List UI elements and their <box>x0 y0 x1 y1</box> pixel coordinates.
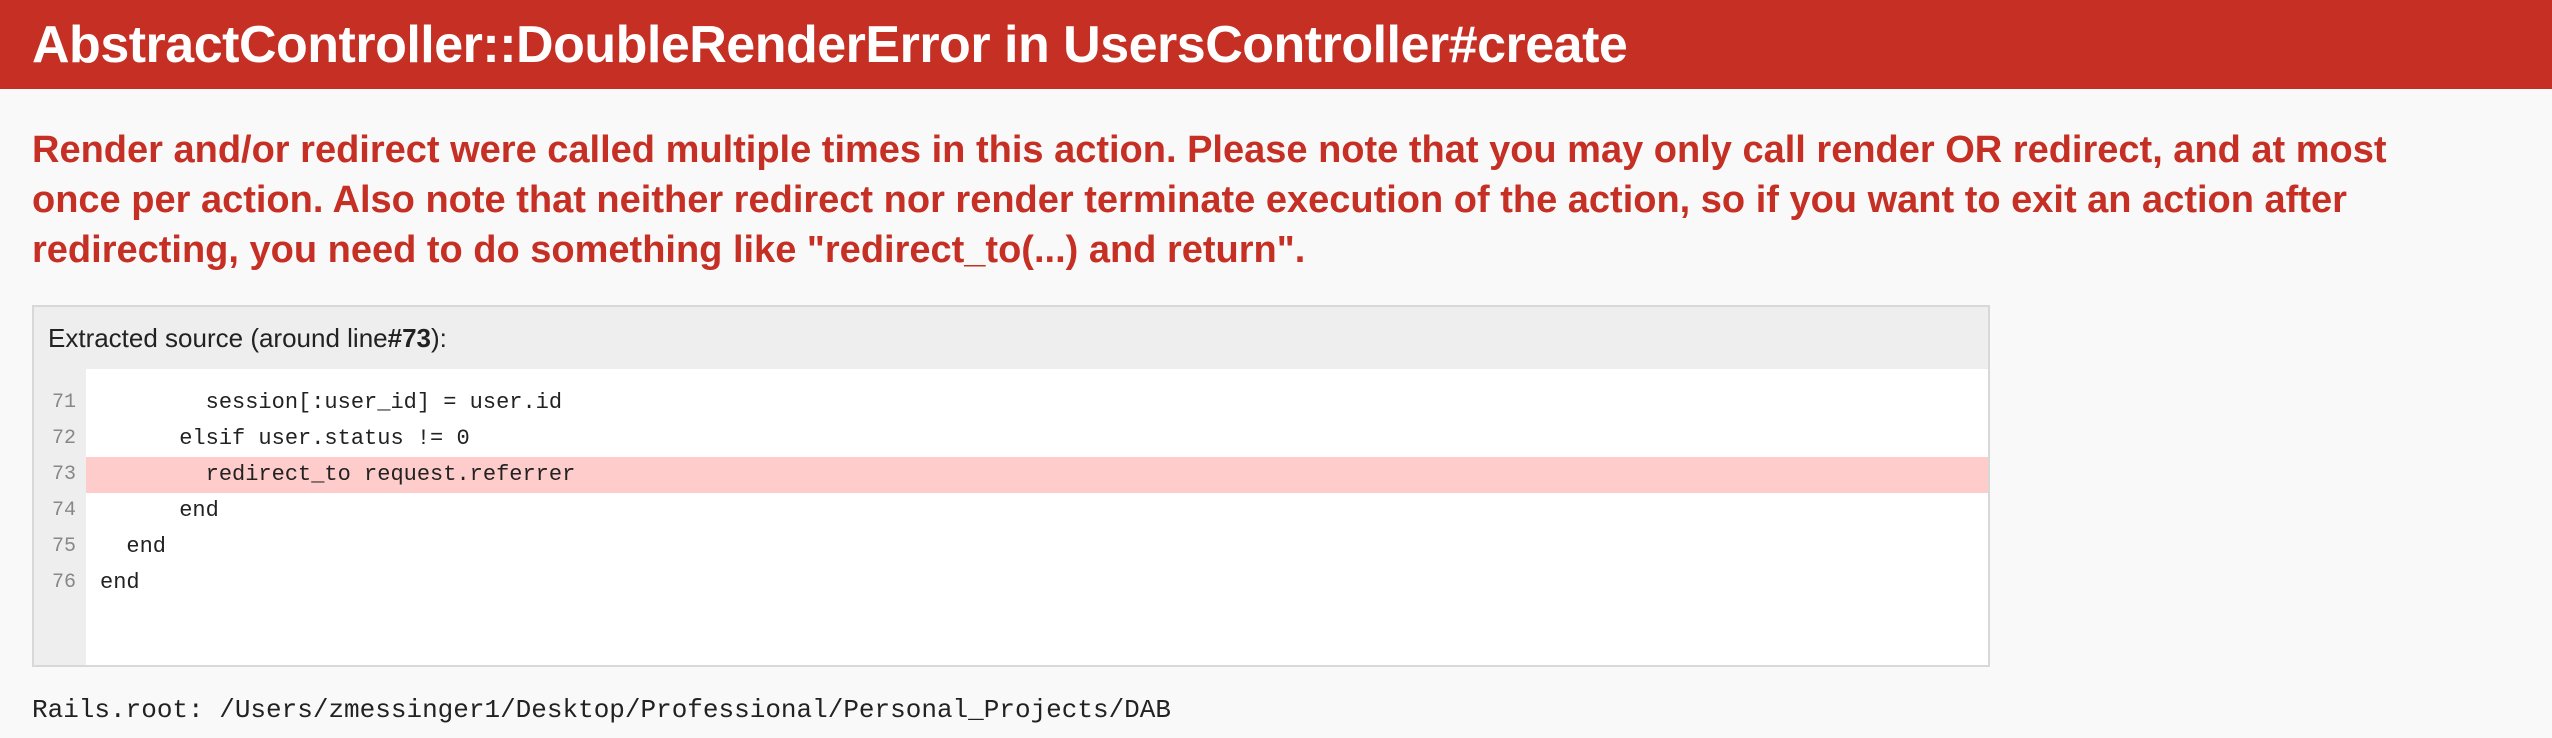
line-number: 71 <box>51 391 76 414</box>
error-header: AbstractController::DoubleRenderError in… <box>0 0 2552 89</box>
line-number-gutter: 71 72 73 74 75 76 <box>34 369 86 665</box>
line-number: 73 <box>51 463 76 486</box>
code-line: end <box>100 534 167 559</box>
source-title-line: #73 <box>387 322 432 353</box>
code-line-highlighted: redirect_to request.referrer <box>86 457 1988 493</box>
line-number: 72 <box>51 427 76 450</box>
line-number: 76 <box>51 571 76 594</box>
extracted-source-title: Extracted source (around line #73): <box>34 307 1988 369</box>
line-number: 75 <box>51 535 76 558</box>
code-lines: session[:user_id] = user.id elsif user.s… <box>86 369 1988 665</box>
source-title-prefix: Extracted source (around line <box>48 322 388 353</box>
line-number: 74 <box>51 499 76 522</box>
code-line: elsif user.status != 0 <box>100 426 470 451</box>
rails-root-path: Rails.root: /Users/zmessinger1/Desktop/P… <box>32 695 1171 725</box>
error-message: Render and/or redirect were called multi… <box>32 129 2387 271</box>
code-line: end <box>100 498 219 523</box>
code-line: session[:user_id] = user.id <box>100 390 563 415</box>
code-line: end <box>100 570 140 595</box>
source-title-suffix: ): <box>431 322 447 353</box>
error-title: AbstractController::DoubleRenderError in… <box>32 15 1628 74</box>
source-code-body: 71 72 73 74 75 76 session[:user_id] = us… <box>34 369 1988 665</box>
extracted-source-panel: Extracted source (around line #73): 71 7… <box>32 305 1990 667</box>
